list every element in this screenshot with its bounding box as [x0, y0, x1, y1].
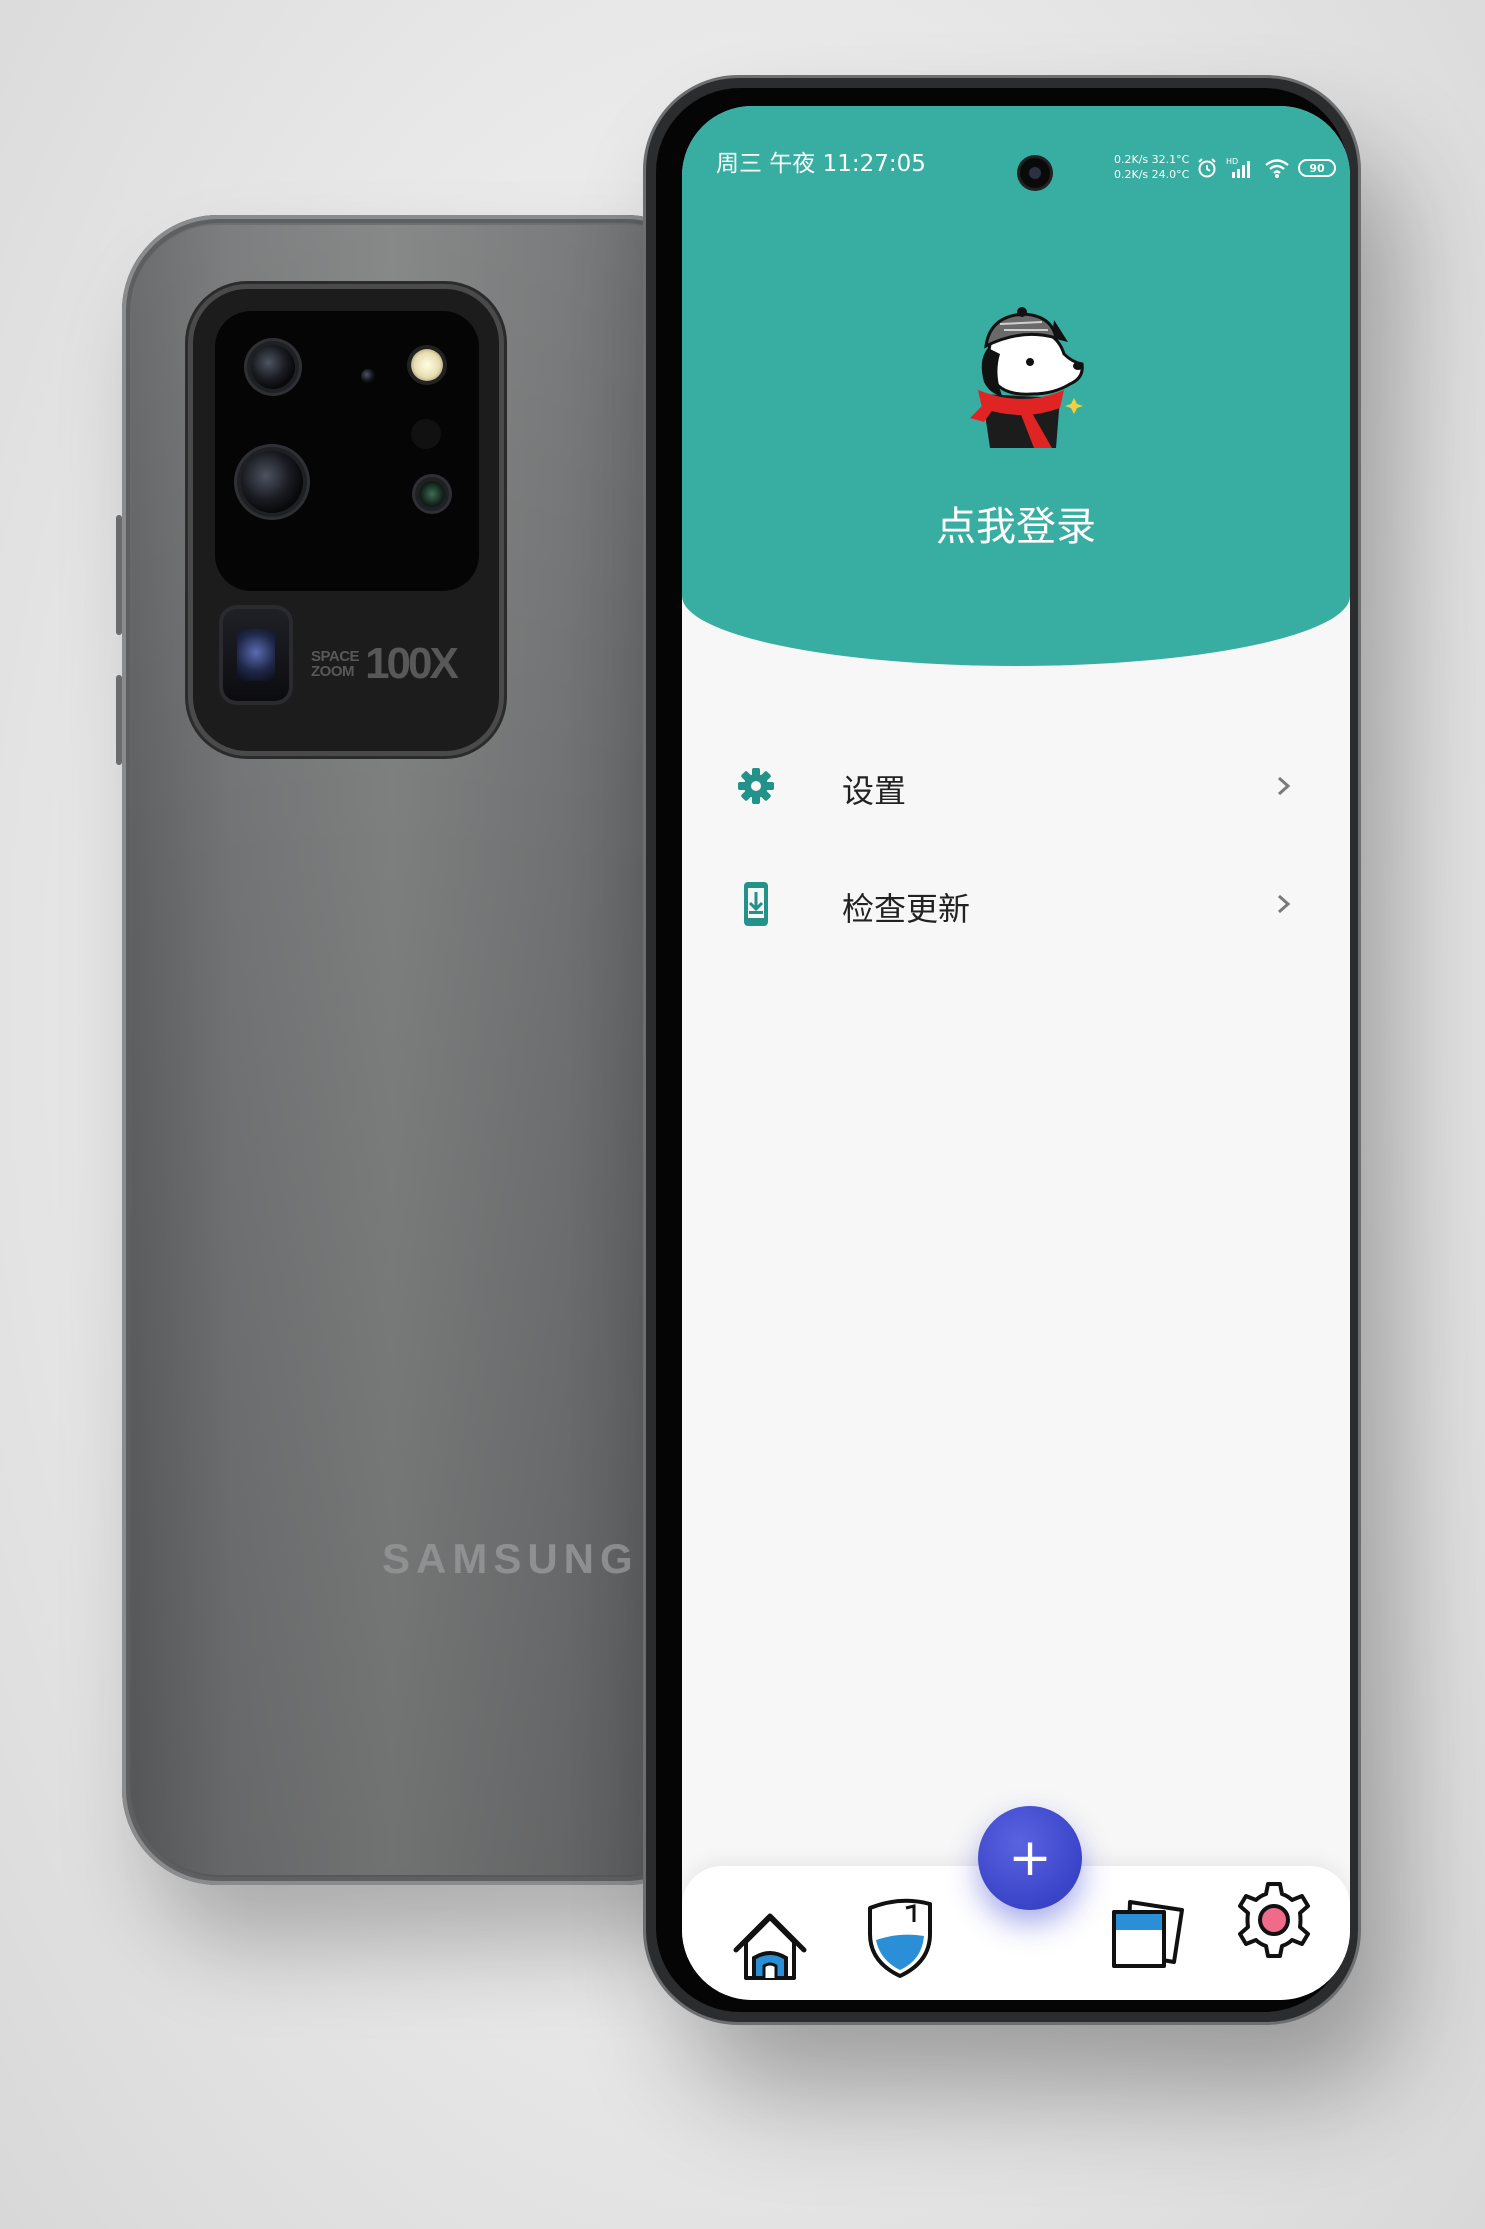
battery-icon: 90 — [1298, 159, 1336, 177]
camera-array — [215, 311, 479, 591]
camera-lens-main — [241, 451, 303, 513]
app-screen: 周三 午夜 11:27:05 0.2K/s 32.1°C 0.2K/s 24.0… — [682, 106, 1350, 2000]
zoom-value: 100X — [365, 639, 459, 688]
cards-icon[interactable] — [1100, 1882, 1192, 1974]
menu-item-settings[interactable]: 设置 — [682, 726, 1350, 844]
chevron-right-icon — [1278, 894, 1291, 914]
gear-icon — [738, 768, 774, 804]
periscope-camera — [223, 609, 289, 701]
power-button — [116, 675, 122, 765]
camera-flash — [411, 349, 443, 381]
dog-avatar-icon[interactable] — [960, 298, 1086, 448]
settings-menu: 设置 检查更新 — [682, 726, 1350, 962]
front-camera — [1020, 158, 1050, 188]
menu-label-settings: 设置 — [842, 772, 907, 810]
space-zoom-label: SPACE ZOOM 100X — [311, 639, 459, 688]
login-prompt[interactable]: 点我登录 — [682, 494, 1350, 552]
status-time: 周三 午夜 11:27:05 — [716, 151, 926, 177]
camera-lens-ultrawide — [419, 481, 445, 507]
wifi-icon — [1265, 159, 1289, 178]
home-icon[interactable] — [724, 1896, 816, 1988]
shield-icon[interactable] — [854, 1890, 946, 1982]
phone-download-icon — [744, 882, 768, 926]
alarm-icon — [1198, 158, 1216, 178]
add-button[interactable]: + — [978, 1806, 1082, 1910]
back-phone: SPACE ZOOM 100X SAMSUNG — [116, 215, 722, 1885]
menu-item-check-update[interactable]: 检查更新 — [682, 844, 1350, 962]
net-speed: 0.2K/s 32.1°C 0.2K/s 24.0°C — [1114, 153, 1190, 181]
status-bar: 周三 午夜 11:27:05 0.2K/s 32.1°C 0.2K/s 24.0… — [682, 106, 1350, 196]
hd-signal-icon: HD — [1226, 157, 1250, 178]
settings-gear-icon[interactable] — [1228, 1874, 1320, 1966]
volume-button — [116, 515, 122, 635]
svg-text:HD: HD — [1226, 157, 1238, 166]
menu-label-check-update: 检查更新 — [842, 890, 971, 928]
depth-sensor — [411, 419, 441, 449]
status-icons: HD 90 — [1196, 156, 1336, 180]
laser-af-sensor — [361, 369, 375, 383]
front-phone: 周三 午夜 11:27:05 0.2K/s 32.1°C 0.2K/s 24.0… — [646, 78, 1358, 2022]
samsung-logo: SAMSUNG — [382, 1535, 639, 1582]
camera-module: SPACE ZOOM 100X — [193, 289, 499, 751]
chevron-right-icon — [1278, 776, 1291, 796]
bottom-navigation: + — [682, 1806, 1350, 2000]
camera-lens-wide — [251, 345, 295, 389]
